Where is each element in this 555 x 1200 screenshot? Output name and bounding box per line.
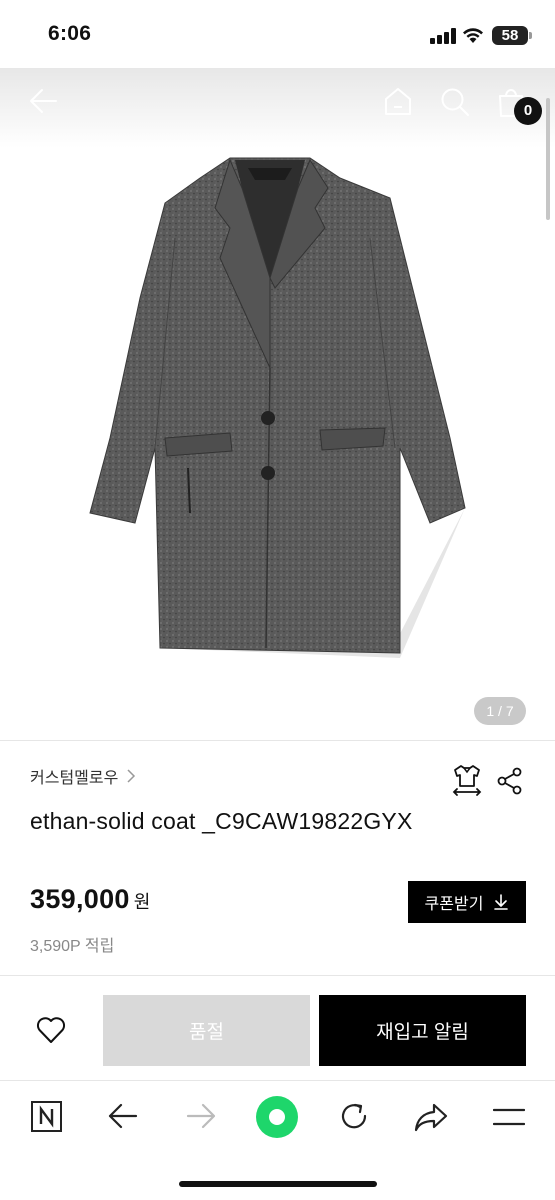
divider xyxy=(0,740,555,741)
restock-alert-button[interactable]: 재입고 알림 xyxy=(319,995,526,1066)
image-counter: 1 / 7 xyxy=(474,697,526,725)
product-price: 359,000 xyxy=(30,884,130,914)
size-guide-icon[interactable] xyxy=(451,764,483,798)
reload-icon[interactable] xyxy=(338,1101,370,1133)
price-row: 359,000 원 xyxy=(30,884,150,915)
coupon-button[interactable]: 쿠폰받기 xyxy=(408,881,526,923)
wishlist-heart-icon[interactable] xyxy=(36,1016,66,1044)
chevron-right-icon xyxy=(127,769,136,783)
download-icon xyxy=(494,894,509,910)
home-indicator[interactable] xyxy=(179,1181,377,1187)
back-arrow-icon[interactable] xyxy=(108,1103,138,1129)
battery-nub xyxy=(529,32,532,39)
menu-icon[interactable] xyxy=(493,1108,525,1126)
brand-name: 커스텀멜로우 xyxy=(30,770,119,787)
search-icon[interactable] xyxy=(440,87,470,117)
scrollbar[interactable] xyxy=(546,98,550,220)
green-dot-icon[interactable] xyxy=(256,1096,298,1138)
forward-arrow-icon[interactable] xyxy=(186,1103,216,1129)
sold-out-button[interactable]: 품절 xyxy=(103,995,310,1066)
product-gallery[interactable]: 1 / 7 xyxy=(0,68,555,740)
share-icon[interactable] xyxy=(496,767,524,795)
currency-label: 원 xyxy=(133,892,151,912)
brand-link[interactable]: 커스텀멜로우 xyxy=(30,764,136,788)
cart-count-badge: 0 xyxy=(514,97,542,125)
status-time: 6:06 xyxy=(48,22,92,45)
naver-home-icon[interactable] xyxy=(31,1101,62,1132)
product-image-coat[interactable] xyxy=(70,148,480,668)
share-arrow-icon[interactable] xyxy=(414,1102,448,1132)
coupon-button-label: 쿠폰받기 xyxy=(424,896,484,913)
back-icon[interactable] xyxy=(28,88,58,114)
divider xyxy=(0,975,555,976)
battery-level: 58 xyxy=(492,26,528,45)
signal-icon xyxy=(430,28,456,44)
header-shade xyxy=(0,68,555,148)
home-icon[interactable] xyxy=(383,86,413,116)
product-title: ethan-solid coat _C9CAW19822GYX xyxy=(30,808,413,834)
reward-points: 3,590P 적립 xyxy=(30,938,115,955)
status-bar: 6:06 58 xyxy=(0,0,555,68)
wifi-icon xyxy=(463,28,483,43)
